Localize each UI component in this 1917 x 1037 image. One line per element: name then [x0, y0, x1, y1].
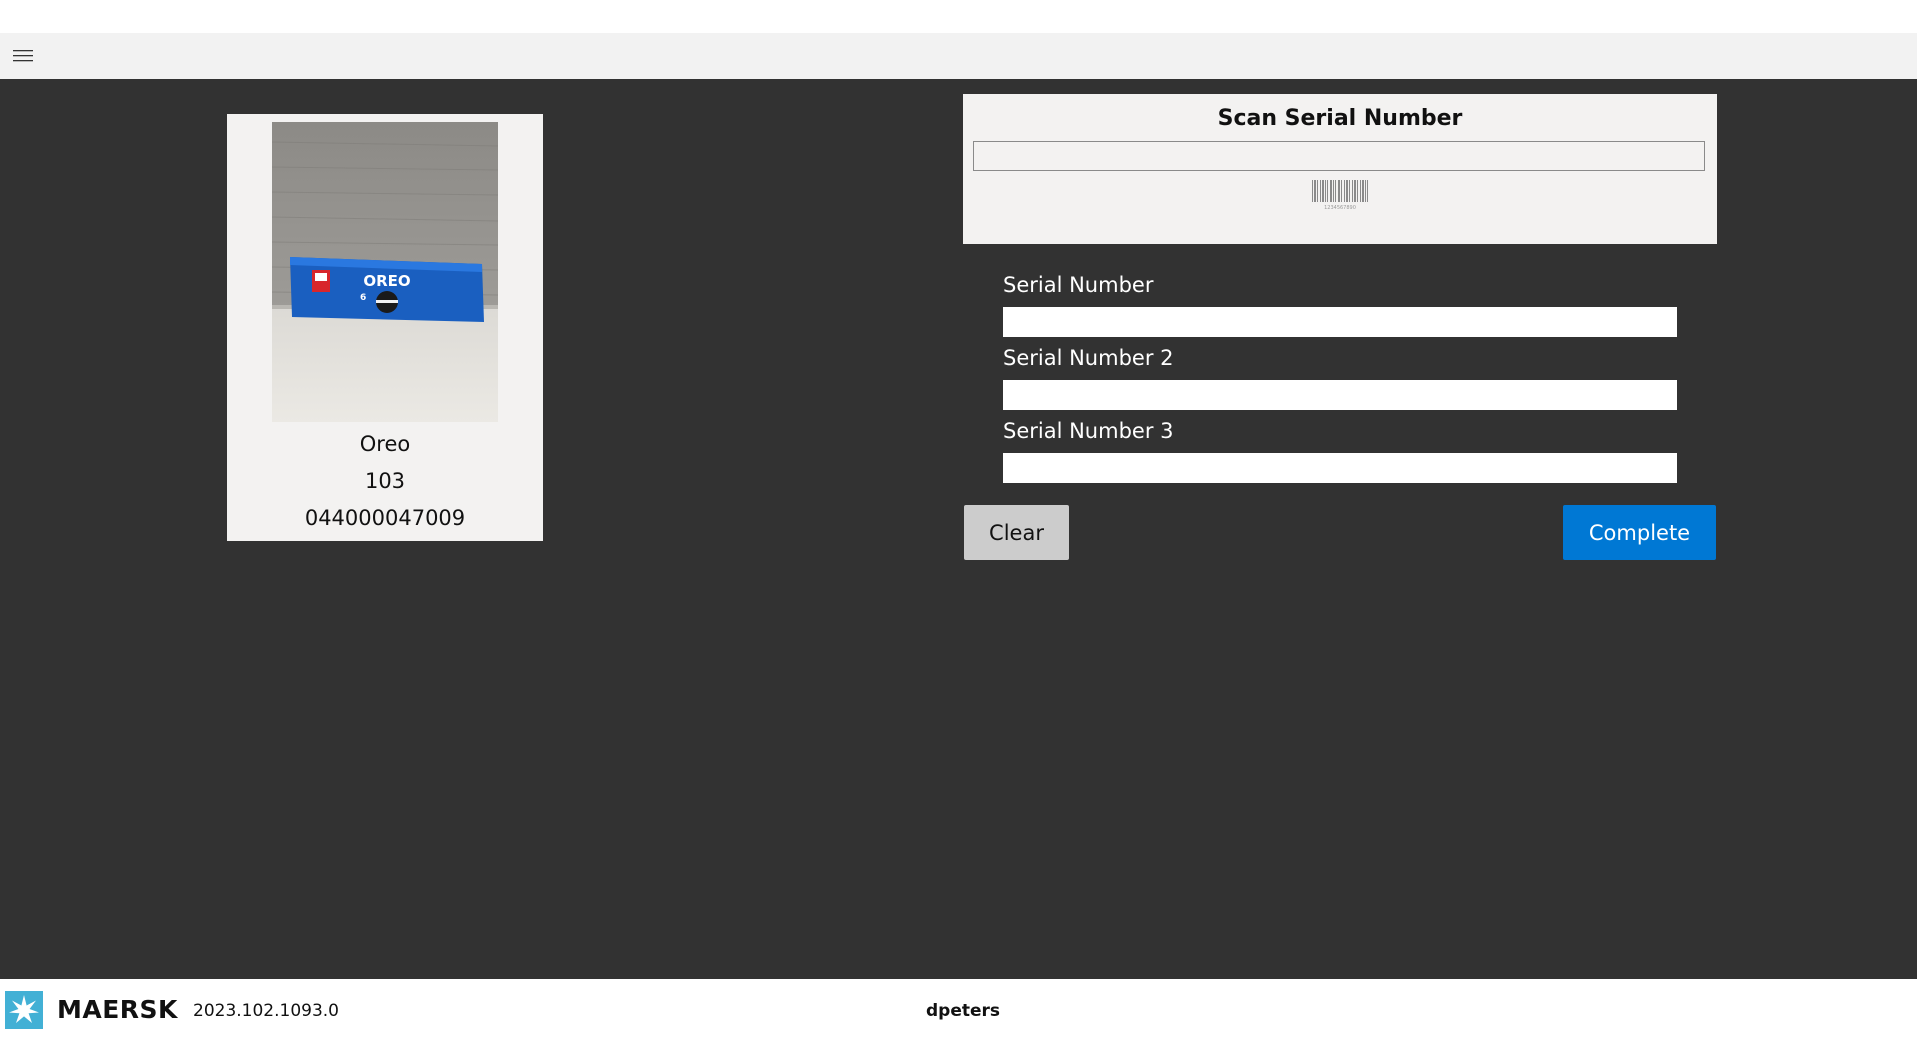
username: dpeters — [926, 1001, 1001, 1021]
serial-number-3-input[interactable] — [1003, 453, 1677, 483]
clear-button[interactable]: Clear — [964, 505, 1069, 560]
serial-number-input[interactable] — [1003, 307, 1677, 337]
product-number: 103 — [364, 469, 406, 493]
maersk-star-logo — [5, 991, 43, 1029]
barcode-icon: 1234567890 — [1312, 180, 1368, 211]
complete-button[interactable]: Complete — [1563, 505, 1716, 560]
hamburger-icon — [13, 50, 33, 62]
product-upc: 044000047009 — [304, 506, 466, 530]
serial-number-2-label: Serial Number 2 — [1003, 346, 1174, 370]
top-bar — [0, 33, 1917, 79]
main-content: OREO 6 Oreo 103 044000047009 Scan Serial… — [0, 79, 1917, 979]
barcode-text: 1234567890 — [1324, 205, 1356, 211]
app-version: 2023.102.1093.0 — [193, 1001, 340, 1021]
footer: MAERSK 2023.102.1093.0 dpeters — [0, 979, 1917, 1037]
serial-number-label: Serial Number — [1003, 273, 1154, 297]
product-name: Oreo — [359, 432, 411, 456]
product-card: OREO 6 Oreo 103 044000047009 — [227, 114, 543, 541]
scan-serial-input[interactable] — [973, 141, 1705, 171]
menu-button[interactable] — [0, 33, 46, 79]
svg-text:OREO: OREO — [363, 272, 410, 290]
svg-text:6: 6 — [360, 293, 366, 303]
scan-panel: Scan Serial Number 1234567890 — [963, 94, 1717, 244]
serial-number-3-label: Serial Number 3 — [1003, 419, 1174, 443]
brand-name: MAERSK — [57, 995, 178, 1024]
serial-number-2-input[interactable] — [1003, 380, 1677, 410]
product-image: OREO 6 — [272, 122, 498, 422]
scan-title: Scan Serial Number — [1217, 106, 1463, 131]
oreo-package: OREO 6 — [290, 257, 484, 322]
